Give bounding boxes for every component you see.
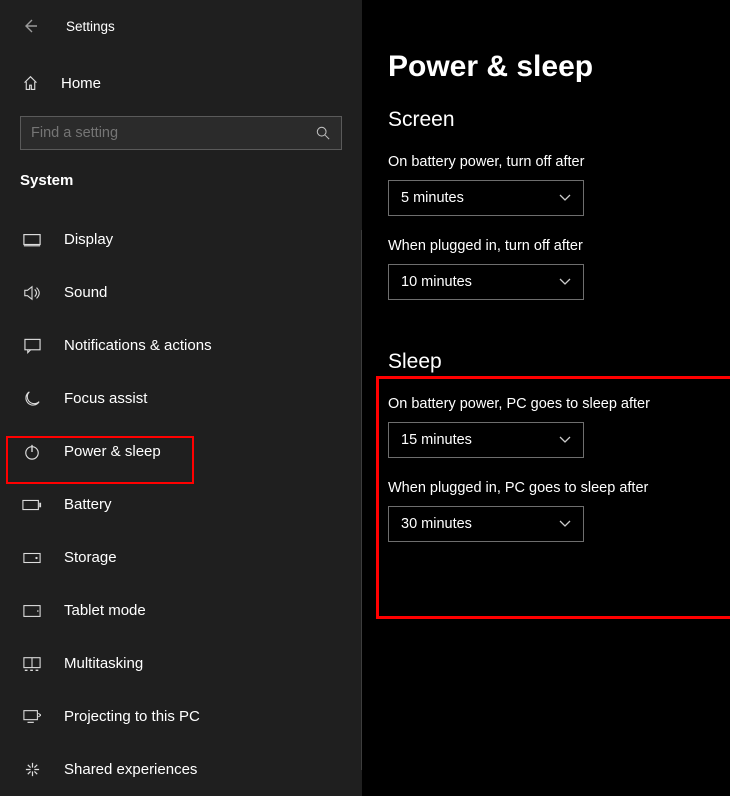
- nav-item-shared-experiences[interactable]: Shared experiences: [0, 743, 362, 796]
- dropdown-value: 5 minutes: [401, 190, 464, 206]
- projecting-icon: [22, 709, 42, 724]
- nav-item-display[interactable]: Display: [0, 213, 362, 266]
- nav-item-sound[interactable]: Sound: [0, 266, 362, 319]
- screen-section-heading: Screen: [388, 108, 704, 132]
- chevron-down-icon: [559, 436, 571, 444]
- nav-item-focus-assist[interactable]: Focus assist: [0, 372, 362, 425]
- nav-label: Projecting to this PC: [64, 708, 200, 725]
- home-nav[interactable]: Home: [0, 72, 362, 94]
- nav-item-storage[interactable]: Storage: [0, 531, 362, 584]
- screen-plugged-dropdown[interactable]: 10 minutes: [388, 264, 584, 300]
- display-icon: [22, 233, 42, 247]
- nav-item-power-sleep[interactable]: Power & sleep: [0, 425, 362, 478]
- sleep-plugged-label: When plugged in, PC goes to sleep after: [388, 480, 704, 496]
- tablet-icon: [22, 604, 42, 618]
- chevron-down-icon: [559, 520, 571, 528]
- nav-label: Display: [64, 231, 113, 248]
- search-wrap: [0, 116, 362, 150]
- screen-battery-row: On battery power, turn off after 5 minut…: [388, 154, 704, 216]
- nav-label: Battery: [64, 496, 112, 513]
- sleep-section-heading: Sleep: [388, 350, 704, 374]
- nav-label: Power & sleep: [64, 443, 161, 460]
- nav-item-tablet-mode[interactable]: Tablet mode: [0, 584, 362, 637]
- nav-label: Storage: [64, 549, 117, 566]
- nav-item-battery[interactable]: Battery: [0, 478, 362, 531]
- page-title: Power & sleep: [388, 50, 704, 84]
- notifications-icon: [22, 338, 42, 354]
- sleep-battery-dropdown[interactable]: 15 minutes: [388, 422, 584, 458]
- back-arrow-icon[interactable]: [22, 18, 38, 34]
- nav-label: Multitasking: [64, 655, 143, 672]
- screen-battery-dropdown[interactable]: 5 minutes: [388, 180, 584, 216]
- nav-label: Sound: [64, 284, 107, 301]
- content-pane: Power & sleep Screen On battery power, t…: [362, 0, 730, 796]
- chevron-down-icon: [559, 278, 571, 286]
- nav-item-notifications[interactable]: Notifications & actions: [0, 319, 362, 372]
- nav-label: Notifications & actions: [64, 337, 212, 354]
- screen-plugged-row: When plugged in, turn off after 10 minut…: [388, 238, 704, 300]
- sleep-plugged-dropdown[interactable]: 30 minutes: [388, 506, 584, 542]
- dropdown-value: 30 minutes: [401, 516, 472, 532]
- screen-battery-label: On battery power, turn off after: [388, 154, 704, 170]
- nav-label: Focus assist: [64, 390, 147, 407]
- nav-label: Tablet mode: [64, 602, 146, 619]
- nav-item-multitasking[interactable]: Multitasking: [0, 637, 362, 690]
- multitasking-icon: [22, 656, 42, 672]
- home-label: Home: [61, 75, 101, 92]
- nav-list: Display Sound Notifications & actions Fo…: [0, 213, 362, 796]
- nav-label: Shared experiences: [64, 761, 197, 778]
- sidebar: Settings Home System Display Sound: [0, 0, 362, 796]
- sleep-battery-row: On battery power, PC goes to sleep after…: [388, 396, 704, 458]
- search-icon: [316, 126, 330, 140]
- screen-plugged-label: When plugged in, turn off after: [388, 238, 704, 254]
- sleep-plugged-row: When plugged in, PC goes to sleep after …: [388, 480, 704, 542]
- shared-icon: [22, 761, 42, 778]
- title-bar: Settings: [0, 12, 362, 40]
- battery-icon: [22, 499, 42, 511]
- nav-item-projecting[interactable]: Projecting to this PC: [0, 690, 362, 743]
- dropdown-value: 15 minutes: [401, 432, 472, 448]
- chevron-down-icon: [559, 194, 571, 202]
- section-label: System: [0, 172, 362, 189]
- power-icon: [22, 444, 42, 460]
- sound-icon: [22, 285, 42, 301]
- home-icon: [22, 75, 39, 92]
- dropdown-value: 10 minutes: [401, 274, 472, 290]
- focus-assist-icon: [22, 391, 42, 407]
- storage-icon: [22, 552, 42, 564]
- app-title: Settings: [66, 19, 115, 34]
- sleep-battery-label: On battery power, PC goes to sleep after: [388, 396, 704, 412]
- search-input[interactable]: [20, 116, 342, 150]
